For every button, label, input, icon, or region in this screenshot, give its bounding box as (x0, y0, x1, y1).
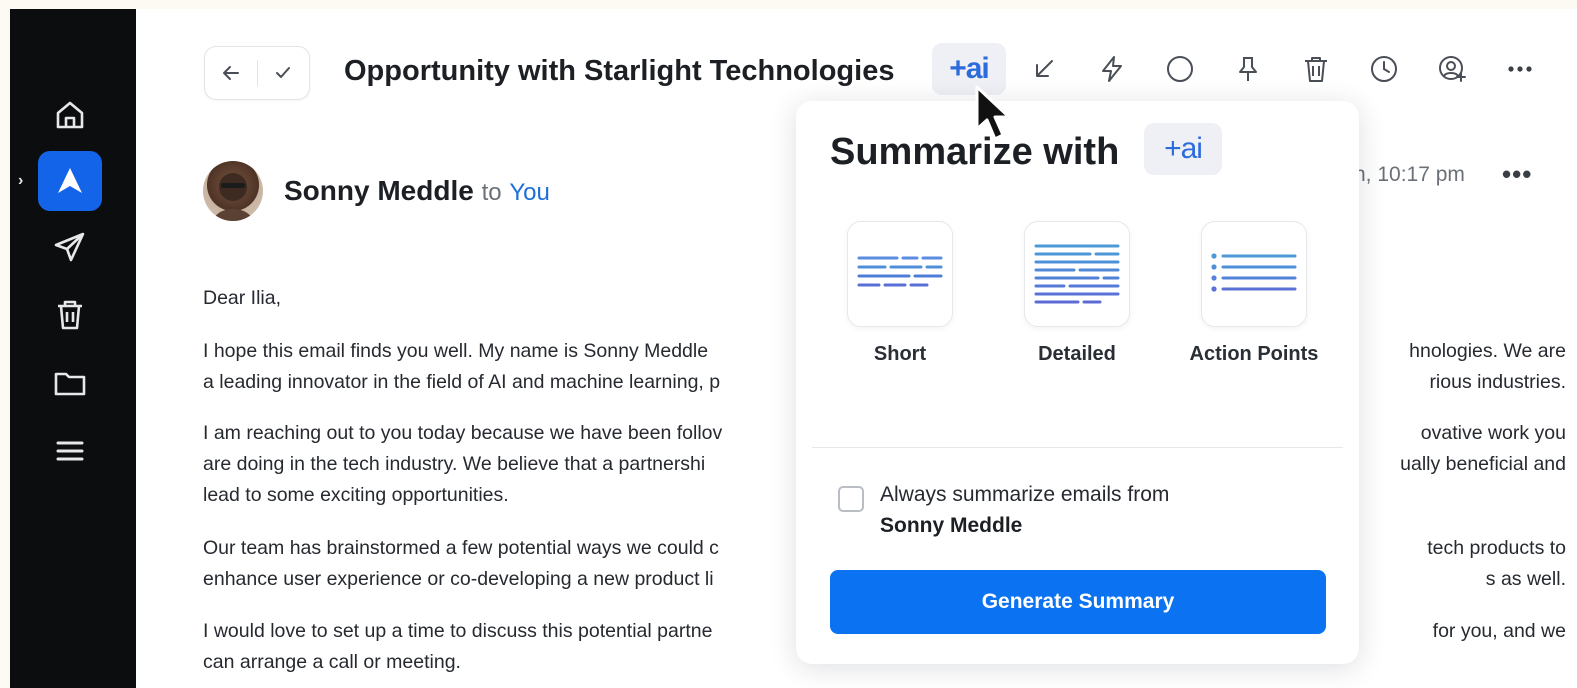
sidebar: › (10, 9, 136, 688)
text-fragment: lead to some exciting opportunities. (203, 484, 509, 506)
message-more-button[interactable]: ••• (1502, 159, 1532, 190)
text-fragment: a leading innovator in the field of AI a… (203, 371, 721, 393)
done-button[interactable] (257, 47, 309, 99)
sidebar-item-menu[interactable] (38, 421, 102, 481)
ai-badge: +ai (1144, 123, 1222, 175)
action-points-card[interactable] (1201, 221, 1307, 327)
email-subject: Opportunity with Starlight Technologies (344, 55, 895, 87)
option-short[interactable]: Short (830, 221, 970, 366)
folder-icon (54, 372, 86, 396)
option-action-points[interactable]: Action Points (1184, 221, 1324, 366)
avatar[interactable] (203, 161, 263, 221)
sidebar-item-home[interactable] (38, 85, 102, 145)
to-label: to (481, 179, 502, 206)
generate-summary-button[interactable]: Generate Summary (830, 570, 1326, 634)
checkmark-icon (276, 67, 291, 78)
option-detailed[interactable]: Detailed (1007, 221, 1147, 366)
pin-button[interactable] (1228, 49, 1268, 89)
always-summarize-text: Always summarize emails from (880, 483, 1170, 506)
delete-button[interactable] (1296, 49, 1336, 89)
share-button[interactable] (1432, 49, 1472, 89)
sidebar-item-sent[interactable] (38, 217, 102, 277)
mark-done-button[interactable] (1160, 49, 1200, 89)
paragraph-4-line-1-tail: for you, and we (1432, 620, 1566, 642)
send-icon (54, 232, 85, 262)
sender-line: Sonny Meddle to You (284, 175, 550, 207)
snooze-button[interactable] (1364, 49, 1404, 89)
trash-icon (58, 300, 82, 330)
text-fragment: can arrange a call or meeting. (203, 651, 461, 673)
trash-icon (1305, 57, 1327, 82)
move-button[interactable] (1024, 49, 1064, 89)
sidebar-item-trash[interactable] (38, 285, 102, 345)
paragraph-1-line-2-tail: rious industries. (1429, 371, 1566, 393)
message-date: n, 10:17 pm (1354, 163, 1465, 186)
always-summarize-checkbox[interactable] (838, 486, 864, 512)
more-icon (1508, 66, 1532, 72)
sidebar-item-folders[interactable] (38, 353, 102, 413)
short-summary-card[interactable] (847, 221, 953, 327)
message-nav-group (204, 46, 310, 100)
move-down-icon (1036, 60, 1053, 77)
paragraph-3-line-2-tail: s as well. (1485, 568, 1566, 590)
text-fragment: I would love to set up a time to discuss… (203, 620, 713, 642)
sidebar-expand-icon[interactable]: › (18, 172, 23, 190)
text-fragment: Our team has brainstormed a few potentia… (203, 537, 719, 559)
mouse-cursor-icon (975, 85, 1011, 141)
paragraph-2-line-1-tail: ovative work you (1420, 422, 1566, 444)
detailed-summary-icon (1034, 244, 1120, 304)
always-summarize-sender: Sonny Meddle (880, 514, 1023, 537)
circle-icon (1167, 56, 1193, 82)
home-icon (56, 101, 84, 129)
arrow-left-icon (222, 66, 239, 80)
text-fragment: are doing in the tech industry. We belie… (203, 453, 706, 475)
more-actions-button[interactable] (1500, 49, 1540, 89)
detailed-summary-card[interactable] (1024, 221, 1130, 327)
back-button[interactable] (205, 47, 257, 99)
option-label: Detailed (1038, 343, 1116, 365)
quick-action-button[interactable] (1092, 49, 1132, 89)
pin-icon (1239, 57, 1257, 81)
option-label: Action Points (1189, 343, 1319, 365)
action-points-icon (1211, 253, 1297, 292)
option-label: Short (873, 343, 927, 365)
app-window: › Opportunity with Starlight Technologie… (10, 9, 1577, 688)
short-summary-icon (857, 256, 943, 287)
bolt-icon (1102, 56, 1122, 82)
text-fragment: I hope this email finds you well. My nam… (203, 340, 709, 362)
menu-icon (56, 441, 84, 461)
message-view: Opportunity with Starlight Technologies … (136, 9, 1577, 688)
always-summarize-label: Always summarize emails from Sonny Meddl… (880, 479, 1169, 541)
text-fragment: I am reaching out to you today because w… (203, 422, 723, 444)
spark-app-icon (58, 168, 82, 193)
recipient-name[interactable]: You (509, 179, 550, 206)
popup-divider (812, 447, 1343, 448)
sidebar-item-inbox[interactable] (38, 151, 102, 211)
text-fragment: enhance user experience or co-developing… (203, 568, 714, 590)
add-user-icon (1439, 56, 1466, 82)
clock-icon (1371, 56, 1397, 82)
paragraph-3-line-1-tail: tech products to (1427, 537, 1566, 559)
paragraph-1-line-1-tail: hnologies. We are (1409, 340, 1566, 362)
paragraph-2-line-2-tail: ually beneficial and (1400, 453, 1566, 475)
sender-name[interactable]: Sonny Meddle (284, 175, 474, 206)
summarize-popup: Summarize with +ai Short Detailed Action… (796, 101, 1359, 664)
avatar-image (213, 173, 253, 221)
